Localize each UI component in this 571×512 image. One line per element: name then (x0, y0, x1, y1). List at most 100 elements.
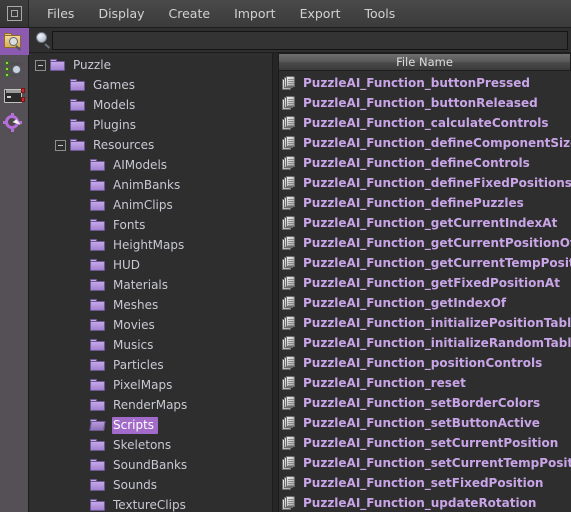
file-list-item[interactable]: PuzzleAI_Function_getCurrentTempPosition… (279, 253, 571, 273)
file-list-item[interactable]: PuzzleAI_Function_calculateControls (279, 113, 571, 133)
folder-icon (70, 139, 85, 151)
file-name-label: PuzzleAI_Function_getFixedPositionAt (303, 276, 560, 290)
tree-collapse-toggle[interactable] (35, 59, 46, 71)
tree-item-games[interactable]: Games (29, 75, 272, 95)
folder-icon (90, 279, 105, 291)
rail-button-property-search[interactable] (0, 55, 29, 82)
document-icon (282, 235, 296, 251)
tree-item-meshes[interactable]: Meshes (29, 295, 272, 315)
folder-icon (90, 219, 105, 231)
file-list-item[interactable]: PuzzleAI_Function_defineFixedPositions (279, 173, 571, 193)
file-list-item[interactable]: PuzzleAI_Function_positionControls (279, 353, 571, 373)
folder-icon (70, 119, 85, 131)
file-name-label: PuzzleAI_Function_calculateControls (303, 116, 549, 130)
console-window-icon (4, 87, 25, 104)
rail-button-console[interactable] (0, 82, 29, 109)
folder-icon (90, 339, 105, 351)
file-list-item[interactable]: PuzzleAI_Function_setButtonActive (279, 413, 571, 433)
menu-item-import[interactable]: Import (222, 1, 288, 26)
document-icon (282, 195, 296, 211)
tree-item-heightmaps[interactable]: HeightMaps (29, 235, 272, 255)
folder-search-icon (4, 32, 24, 51)
tree-item-pixelmaps[interactable]: PixelMaps (29, 375, 272, 395)
file-list-item[interactable]: PuzzleAI_Function_buttonPressed (279, 73, 571, 93)
square-in-square-icon (6, 6, 22, 21)
file-list-item[interactable]: PuzzleAI_Function_buttonReleased (279, 93, 571, 113)
folder-tree[interactable]: Puzzle Games Models Plugins Resources AIModel… (29, 53, 272, 512)
tree-item-particles[interactable]: Particles (29, 355, 272, 375)
file-list-item[interactable]: PuzzleAI_Function_setCurrentPosition (279, 433, 571, 453)
tree-item-label: Plugins (93, 117, 136, 132)
tree-item-label: Sounds (113, 477, 158, 492)
column-header-file-name[interactable]: File Name (279, 53, 571, 71)
tree-item-rendermaps[interactable]: RenderMaps (29, 395, 272, 415)
file-list-item[interactable]: PuzzleAI_Function_getCurrentPositionOf (279, 233, 571, 253)
tree-item-animclips[interactable]: AnimClips (29, 195, 272, 215)
file-list-item[interactable]: PuzzleAI_Function_setBorderColors (279, 393, 571, 413)
menu-item-files[interactable]: Files (35, 1, 86, 26)
tree-item-plugins[interactable]: Plugins (29, 115, 272, 135)
tree-item-animbanks[interactable]: AnimBanks (29, 175, 272, 195)
file-name-label: PuzzleAI_Function_initializePositionTabl… (303, 316, 571, 330)
file-list-item[interactable]: PuzzleAI_Function_definePuzzles (279, 193, 571, 213)
tree-item-materials[interactable]: Materials (29, 275, 272, 295)
magnifier-icon (34, 31, 52, 49)
tree-item-label: Fonts (113, 217, 146, 232)
menu-item-display[interactable]: Display (86, 1, 156, 26)
file-list-item[interactable]: PuzzleAI_Function_getIndexOf (279, 293, 571, 313)
tree-item-textureclips[interactable]: TextureClips (29, 495, 272, 512)
folder-icon (70, 79, 85, 91)
tool-rail (0, 28, 29, 512)
pane-splitter[interactable] (272, 53, 279, 512)
menu-item-export[interactable]: Export (288, 1, 353, 26)
tree-item-scripts[interactable]: Scripts (29, 415, 272, 435)
file-name-label: PuzzleAI_Function_setCurrentTempPosition (303, 456, 571, 470)
file-name-label: PuzzleAI_Function_positionControls (303, 356, 543, 370)
file-list-item[interactable]: PuzzleAI_Function_setFixedPosition (279, 473, 571, 493)
file-list-item[interactable]: PuzzleAI_Function_getFixedPositionAt (279, 273, 571, 293)
tree-item-sounds[interactable]: Sounds (29, 475, 272, 495)
tree-item-hud[interactable]: HUD (29, 255, 272, 275)
tree-item-label: HeightMaps (113, 237, 185, 252)
tree-item-movies[interactable]: Movies (29, 315, 272, 335)
document-icon (282, 315, 296, 331)
tree-item-label: AIModels (113, 157, 168, 172)
file-rows: PuzzleAI_Function_buttonPressed PuzzleAI_… (279, 71, 571, 512)
file-list-item[interactable]: PuzzleAI_Function_initializePositionTabl… (279, 313, 571, 333)
document-icon (282, 175, 296, 191)
file-list-item[interactable]: PuzzleAI_Function_defineComponentSizes (279, 133, 571, 153)
rail-button-asset-browser[interactable] (0, 28, 29, 55)
tree-collapse-toggle[interactable] (55, 139, 66, 151)
menu-item-tools[interactable]: Tools (352, 1, 407, 26)
tree-item-models[interactable]: Models (29, 95, 272, 115)
app-logo-button[interactable] (0, 0, 29, 27)
tree-item-fonts[interactable]: Fonts (29, 215, 272, 235)
file-list-item[interactable]: PuzzleAI_Function_setCurrentTempPosition (279, 453, 571, 473)
tree-item-aimodels[interactable]: AIModels (29, 155, 272, 175)
tree-item-resources[interactable]: Resources (29, 135, 272, 155)
folder-open-icon (89, 419, 106, 431)
menu-items: Files Display Create Import Export Tools (29, 0, 407, 27)
file-name-label: PuzzleAI_Function_initializeRandomTables (303, 336, 571, 350)
menu-item-create[interactable]: Create (157, 1, 223, 26)
tree-item-puzzle[interactable]: Puzzle (29, 55, 272, 75)
file-list-item[interactable]: PuzzleAI_Function_defineControls (279, 153, 571, 173)
tree-item-label: HUD (113, 257, 141, 272)
file-list-item[interactable]: PuzzleAI_Function_reset (279, 373, 571, 393)
folder-icon (90, 159, 105, 171)
file-list-item[interactable]: PuzzleAI_Function_getCurrentIndexAt (279, 213, 571, 233)
tree-item-skeletons[interactable]: Skeletons (29, 435, 272, 455)
folder-icon (90, 239, 105, 251)
search-input[interactable] (52, 30, 568, 50)
tree-item-soundbanks[interactable]: SoundBanks (29, 455, 272, 475)
file-list-item[interactable]: PuzzleAI_Function_initializeRandomTables (279, 333, 571, 353)
rail-button-settings[interactable] (0, 109, 29, 136)
file-name-label: PuzzleAI_Function_setButtonActive (303, 416, 540, 430)
tree-item-musics[interactable]: Musics (29, 335, 272, 355)
file-list-item[interactable]: PuzzleAI_Function_updateRotation (279, 493, 571, 512)
